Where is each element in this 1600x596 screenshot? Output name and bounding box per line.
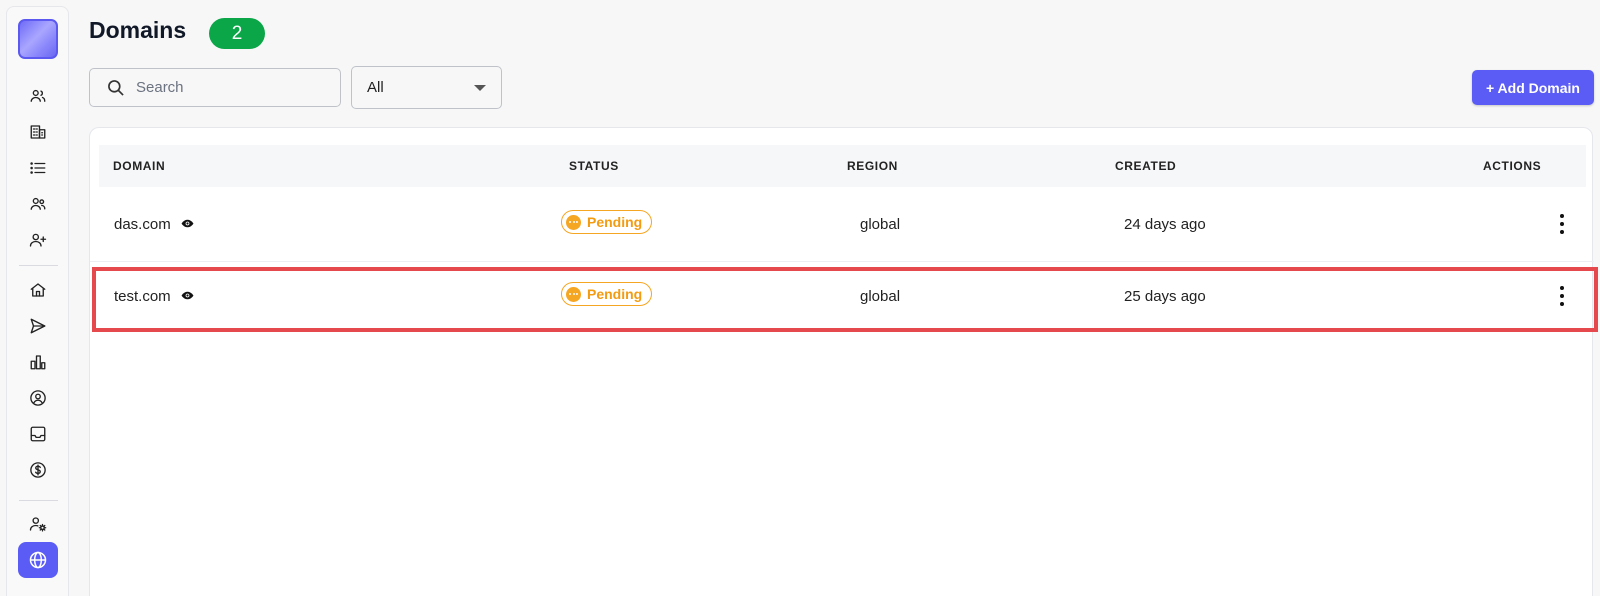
search-field[interactable] [89,68,341,107]
dollar-icon[interactable] [27,459,49,481]
domain-cell: test.com [114,288,194,306]
search-input[interactable] [136,79,316,96]
bar-chart-icon[interactable] [27,351,49,373]
domain-count-badge: 2 [209,18,265,49]
building-icon[interactable] [27,121,49,143]
more-vertical-icon[interactable] [1557,214,1567,234]
column-header-domain: DOMAIN [113,159,166,173]
more-vertical-icon[interactable] [1557,286,1567,306]
domain-name: test.com [114,288,171,305]
table-header: DOMAIN STATUS REGION CREATED ACTIONS [99,145,1586,187]
region-cell: global [860,288,901,305]
status-filter-value: All [367,79,384,96]
domain-cell: das.com [114,216,194,234]
app-logo[interactable] [18,19,58,59]
sidebar [6,6,69,596]
table-row[interactable]: test.com Pending global 25 days ago [90,266,1594,328]
more-horizontal-icon [566,286,581,302]
sidebar-divider [19,265,58,266]
created-cell: 24 days ago [1124,216,1206,233]
user-plus-icon[interactable] [27,229,49,251]
more-horizontal-icon [566,214,581,230]
eye-icon[interactable] [181,217,194,234]
column-header-created: CREATED [1115,159,1177,173]
globe-icon[interactable] [18,542,58,578]
column-header-actions: ACTIONS [1483,159,1542,173]
domain-name: das.com [114,216,171,233]
add-domain-button[interactable]: + Add Domain [1472,70,1594,105]
page-title: Domains [89,17,187,43]
status-badge: Pending [561,282,653,306]
home-icon[interactable] [27,279,49,301]
row-divider [90,261,1594,262]
status-label: Pending [587,286,643,302]
table-row[interactable]: das.com Pending global 24 days ago [90,194,1594,256]
region-cell: global [860,216,901,233]
users-icon[interactable] [27,85,49,107]
eye-icon[interactable] [181,289,194,306]
created-cell: 25 days ago [1124,288,1206,305]
chevron-down-icon [474,84,486,91]
inbox-icon[interactable] [27,423,49,445]
search-icon [108,79,124,96]
column-header-status: STATUS [569,159,619,173]
domains-table: DOMAIN STATUS REGION CREATED ACTIONS das… [89,127,1594,596]
send-icon[interactable] [27,315,49,337]
user-circle-icon[interactable] [27,387,49,409]
status-filter-select[interactable]: All [351,66,502,109]
list-icon[interactable] [27,157,49,179]
sidebar-divider [19,500,58,501]
status-badge: Pending [561,210,653,234]
team-icon[interactable] [27,193,49,215]
status-label: Pending [587,214,643,230]
column-header-region: REGION [847,159,898,173]
user-settings-icon[interactable] [27,513,49,535]
